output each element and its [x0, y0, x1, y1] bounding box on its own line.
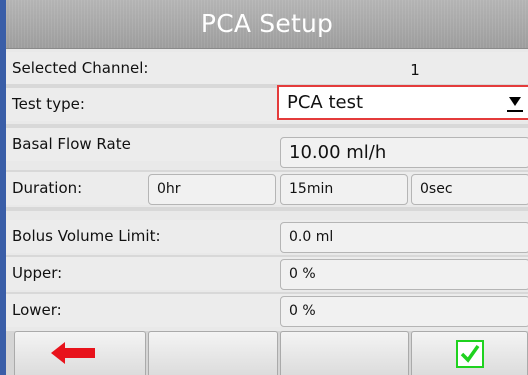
duration-seconds-field[interactable]: 0sec — [411, 174, 528, 205]
lower-label: Lower: — [12, 301, 62, 319]
bolus-volume-limit-label: Bolus Volume Limit: — [12, 227, 161, 245]
test-type-label: Test type: — [12, 95, 85, 113]
selected-channel-value: 1 — [410, 61, 420, 79]
basal-flow-rate-field[interactable]: 10.00 ml/h — [280, 137, 528, 168]
duration-label: Duration: — [12, 179, 83, 197]
softkey-2-button[interactable] — [148, 331, 278, 375]
upper-field[interactable]: 0 % — [280, 259, 528, 290]
page-title: PCA Setup — [6, 0, 528, 49]
dropdown-underline — [507, 110, 523, 112]
bolus-volume-limit-field[interactable]: 0.0 ml — [280, 222, 528, 253]
selected-channel-row: Selected Channel: — [6, 52, 528, 85]
softkey-3-button[interactable] — [280, 331, 409, 375]
test-type-value: PCA test — [287, 92, 364, 113]
duration-hours-field[interactable]: 0hr — [148, 174, 276, 205]
selected-channel-label: Selected Channel: — [12, 59, 149, 77]
test-type-dropdown[interactable]: PCA test — [277, 85, 528, 120]
confirm-button[interactable] — [411, 331, 528, 375]
divider — [6, 207, 528, 211]
chevron-down-icon — [509, 97, 521, 106]
lower-field[interactable]: 0 % — [280, 296, 528, 327]
left-arrow-icon — [51, 342, 95, 364]
back-button[interactable] — [14, 331, 146, 375]
upper-label: Upper: — [12, 264, 63, 282]
checkmark-icon — [456, 340, 484, 368]
basal-flow-rate-label: Basal Flow Rate — [12, 135, 131, 153]
duration-minutes-field[interactable]: 15min — [280, 174, 408, 205]
